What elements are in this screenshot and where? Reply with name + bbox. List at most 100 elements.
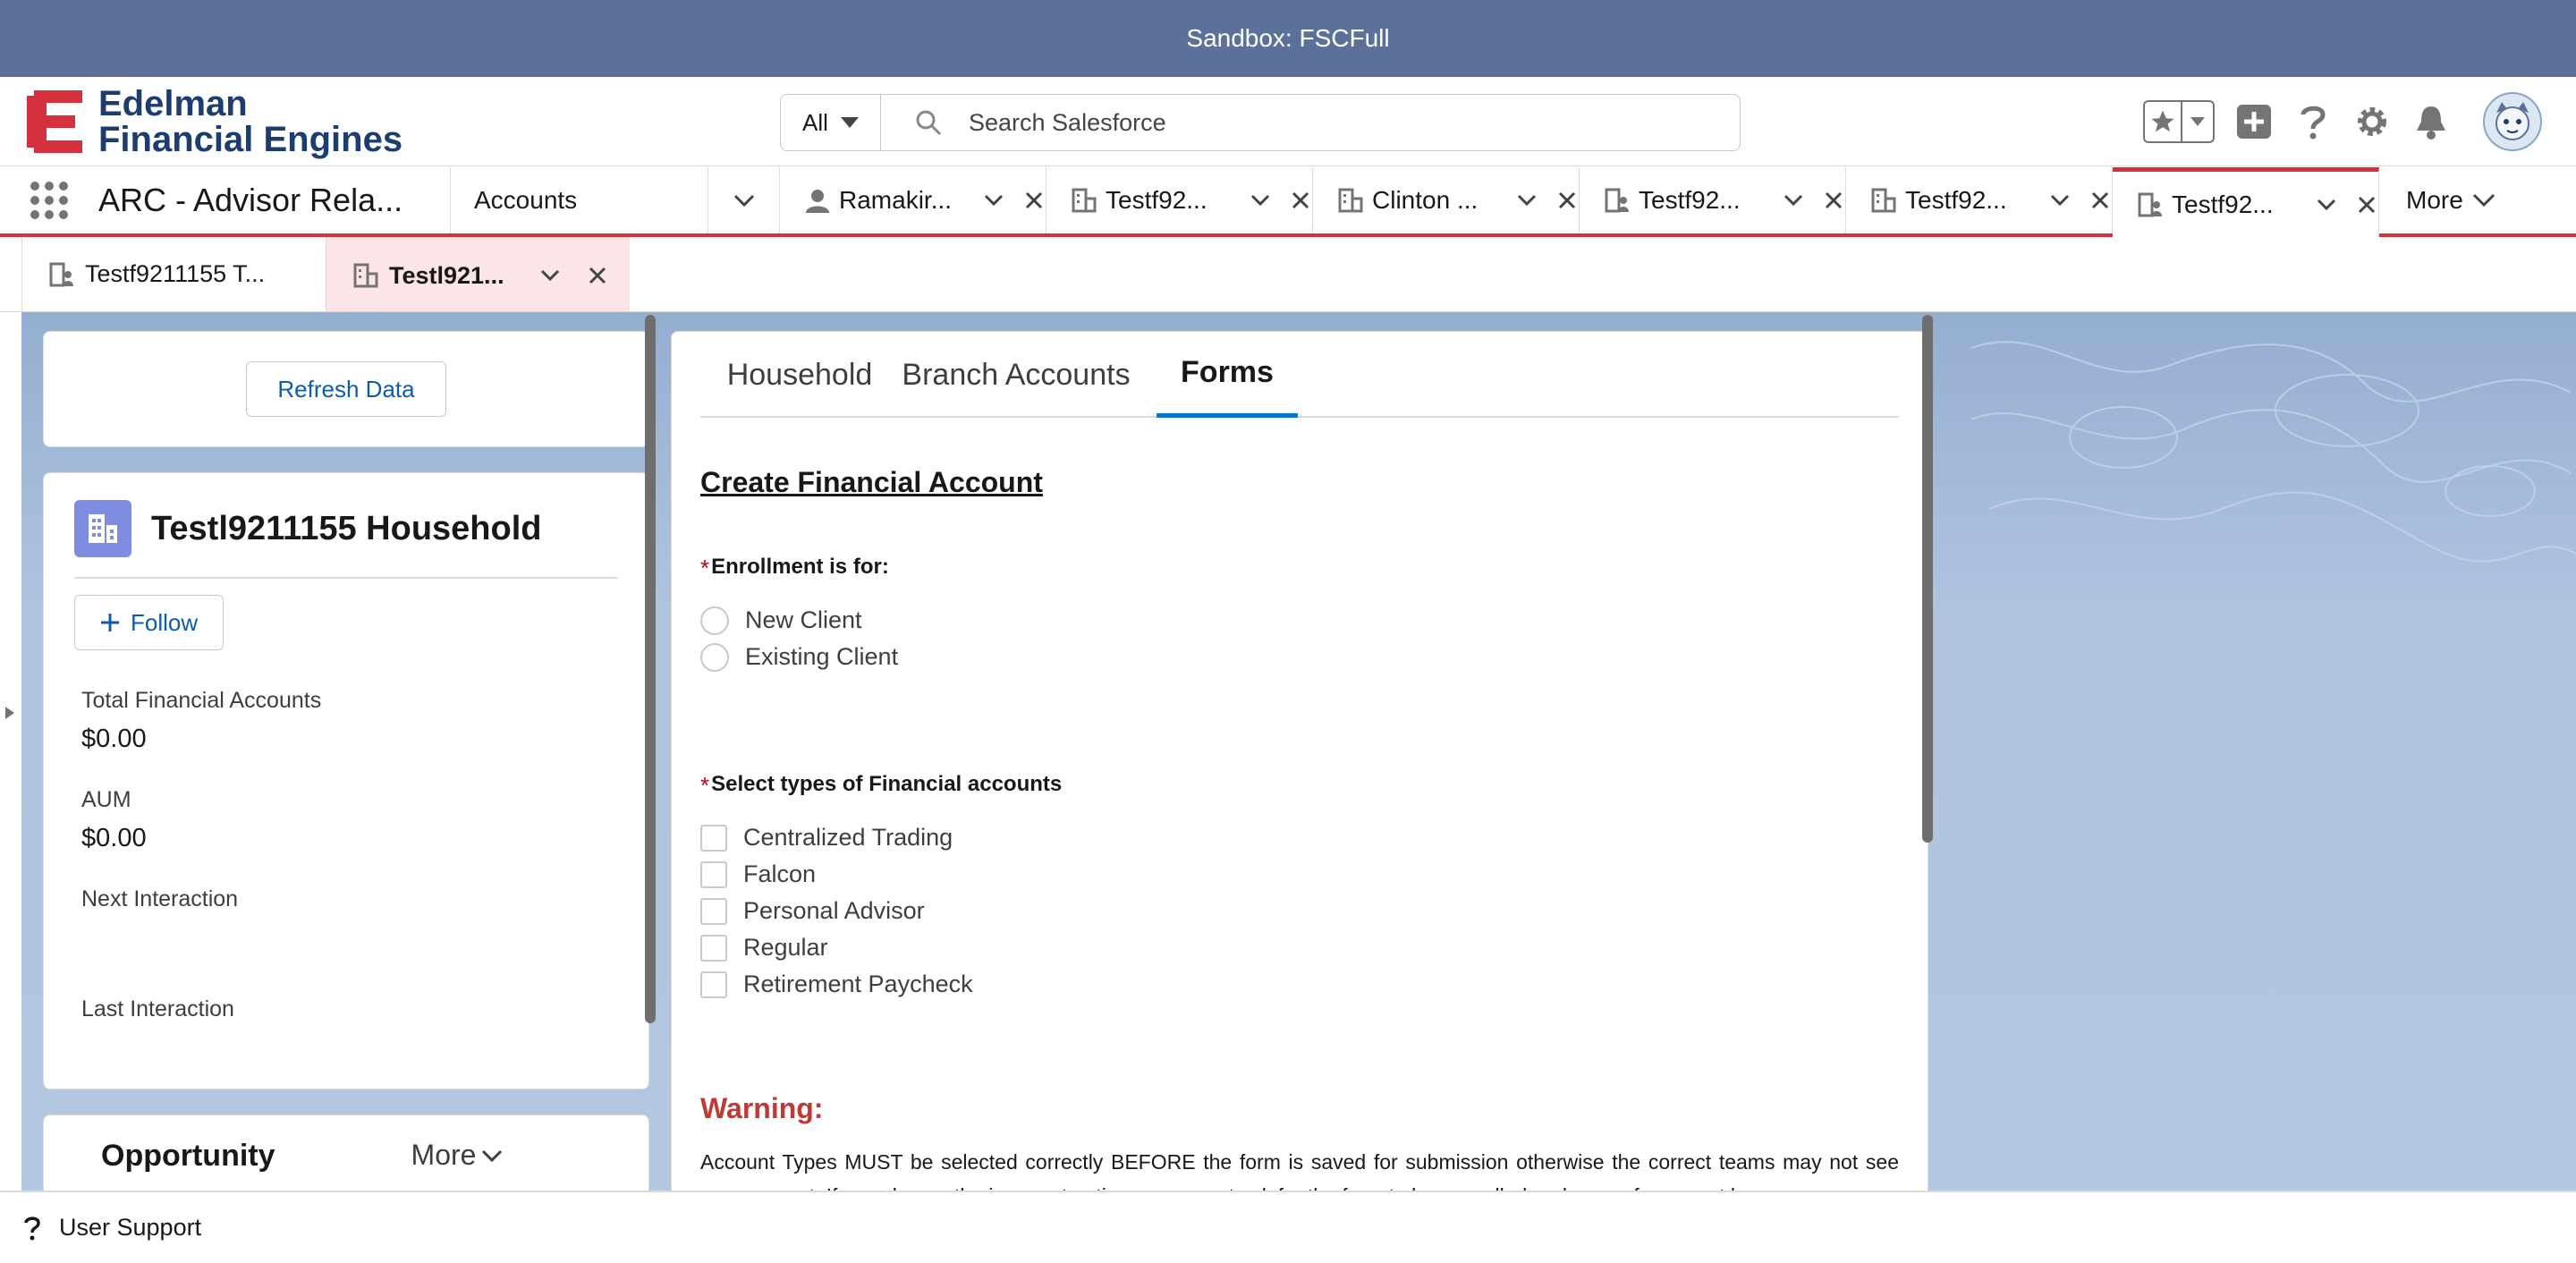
checkbox[interactable]: [700, 934, 727, 962]
help-icon[interactable]: [2293, 102, 2333, 141]
follow-button[interactable]: Follow: [74, 595, 225, 650]
chevron-down-icon[interactable]: [1250, 194, 1270, 207]
main-content-panel: Household Branch Accounts Forms Create F…: [671, 331, 1928, 1208]
account-types-question: *Select types of Financial accounts Cent…: [700, 772, 1899, 1003]
radio-option[interactable]: New Client: [700, 602, 1899, 639]
household-highlights-card: Testl9211155 Household Follow Total Fina…: [43, 472, 649, 1089]
utility-bar: User Support: [0, 1191, 2576, 1263]
checkbox-option[interactable]: Personal Advisor: [700, 893, 1899, 929]
chevron-down-icon[interactable]: [1784, 194, 1803, 207]
workspace-tab[interactable]: Testf92...: [1846, 167, 2113, 233]
chevron-down-icon[interactable]: [1517, 194, 1537, 207]
person-account-icon: [1605, 188, 1629, 213]
user-avatar[interactable]: [2483, 92, 2542, 151]
close-icon[interactable]: [1292, 191, 1309, 209]
opportunity-title: Opportunity: [101, 1139, 275, 1173]
radio-option[interactable]: Existing Client: [700, 639, 1899, 675]
checkbox-option[interactable]: Centralized Trading: [700, 819, 1899, 856]
household-icon: [49, 262, 73, 286]
app-navigation-bar: ARC - Advisor Rela... Accounts Ramakir..…: [0, 167, 2576, 237]
left-scrollbar[interactable]: [645, 315, 656, 1023]
chevron-down-icon[interactable]: [2317, 199, 2336, 211]
favorites-star-icon[interactable]: [2145, 102, 2182, 141]
workspace-tab-label: Ramakir...: [839, 186, 953, 214]
household-icon: [1871, 188, 1896, 213]
panel-expand-icon[interactable]: [5, 707, 14, 719]
field-value: [81, 923, 618, 954]
help-icon[interactable]: [23, 1216, 41, 1241]
workspace-tab-label: Testf92...: [1905, 186, 2007, 214]
notifications-bell-icon[interactable]: [2411, 102, 2451, 141]
field-label: Last Interaction: [81, 996, 234, 1021]
close-icon[interactable]: [1558, 191, 1576, 209]
setup-gear-icon[interactable]: [2352, 102, 2392, 141]
chevron-down-icon[interactable]: [984, 194, 1004, 207]
checkbox-option[interactable]: Falcon: [700, 856, 1899, 893]
workspace-tab[interactable]: Ramakir...: [780, 167, 1046, 233]
field-aum: AUM $0.00: [74, 787, 618, 854]
checkbox-label: Centralized Trading: [743, 824, 953, 851]
workspace-tab-label: Clinton ...: [1372, 186, 1479, 214]
checkbox-label: Regular: [743, 934, 828, 961]
workspace-tab-label: Testf92...: [1106, 186, 1208, 214]
subtab-label: Testf9211155 T...: [85, 260, 266, 287]
checkbox[interactable]: [700, 897, 727, 925]
record-tabs: Household Branch Accounts Forms: [700, 332, 1899, 418]
checkbox[interactable]: [700, 971, 727, 998]
account-types-label: Select types of Financial accounts: [711, 772, 1063, 796]
global-add-icon[interactable]: [2234, 102, 2274, 141]
tab-household[interactable]: Household: [700, 332, 899, 418]
close-icon[interactable]: [589, 267, 606, 284]
nav-item-accounts-label: Accounts: [474, 186, 578, 214]
radio-label: New Client: [745, 606, 862, 633]
radio-button[interactable]: [700, 642, 729, 672]
chevron-down-icon[interactable]: [2050, 194, 2070, 207]
nav-item-accounts[interactable]: Accounts: [451, 167, 708, 233]
subtab-active[interactable]: Testl921...: [326, 237, 630, 311]
checkbox[interactable]: [700, 860, 727, 888]
header-actions: [2143, 92, 2542, 151]
user-support-label[interactable]: User Support: [59, 1214, 201, 1242]
enrollment-label: Enrollment is for:: [711, 555, 889, 579]
global-search: All: [780, 94, 1741, 151]
subtab[interactable]: Testf9211155 T...: [21, 237, 326, 311]
favorites-dropdown-icon[interactable]: [2182, 102, 2213, 141]
sandbox-banner-text: Sandbox: FSCFull: [1186, 24, 1390, 52]
refresh-data-button[interactable]: Refresh Data: [246, 361, 446, 417]
opportunity-more-menu[interactable]: More: [411, 1139, 504, 1172]
search-scope-dropdown[interactable]: All: [781, 95, 881, 150]
field-last-interaction: Last Interaction: [74, 996, 618, 1064]
search-icon: [916, 110, 942, 136]
tab-forms[interactable]: Forms: [1157, 332, 1298, 418]
workspace-tab[interactable]: Clinton ...: [1313, 167, 1580, 233]
workspace-tab[interactable]: Testf92...: [1046, 167, 1313, 233]
close-icon[interactable]: [1025, 191, 1043, 209]
checkbox-label: Personal Advisor: [743, 897, 925, 924]
required-asterisk: *: [700, 555, 710, 581]
field-value: $0.00: [81, 824, 147, 852]
checkbox-option[interactable]: Retirement Paycheck: [700, 966, 1899, 1003]
nav-accounts-dropdown[interactable]: [708, 167, 780, 233]
checkbox[interactable]: [700, 824, 727, 852]
radio-button[interactable]: [700, 606, 729, 635]
workspace-tab[interactable]: Testf92...: [1580, 167, 1846, 233]
close-icon[interactable]: [2091, 191, 2109, 209]
chevron-down-icon: [840, 117, 859, 128]
enrollment-question: *Enrollment is for: New Client Existing …: [700, 555, 1899, 675]
refresh-card: Refresh Data: [43, 331, 649, 447]
warning-title: Warning:: [700, 1092, 824, 1124]
add-icon: [101, 614, 119, 632]
chevron-down-icon[interactable]: [540, 269, 560, 282]
favorites-group: [2143, 100, 2215, 143]
search-input[interactable]: [969, 108, 1595, 137]
close-icon[interactable]: [1825, 191, 1843, 209]
brand-logo[interactable]: Edelman Financial Engines: [27, 86, 402, 157]
household-icon: [1338, 188, 1363, 213]
checkbox-option[interactable]: Regular: [700, 929, 1899, 966]
checkbox-label: Falcon: [743, 860, 817, 887]
workspace-tab-active[interactable]: Testf92...: [2113, 167, 2379, 237]
close-icon[interactable]: [2358, 196, 2376, 214]
main-scrollbar[interactable]: [1922, 315, 1933, 843]
tab-branch-accounts[interactable]: Branch Accounts: [899, 332, 1133, 418]
nav-more-menu[interactable]: More: [2379, 167, 2496, 233]
